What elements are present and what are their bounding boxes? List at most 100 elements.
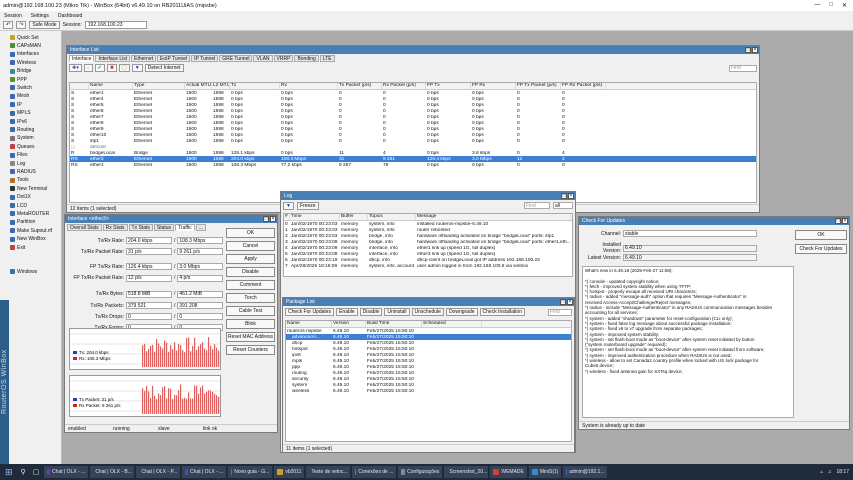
restore-icon[interactable]: □ [835, 218, 841, 224]
comment-icon[interactable]: ▢ [119, 64, 130, 72]
redo-button[interactable]: ↷ [16, 21, 27, 29]
task-view-icon[interactable]: ▢ [31, 468, 42, 476]
sidebar-item-make-supout-rif[interactable]: Make Supout.rif [10, 227, 52, 234]
column-header[interactable]: Topics [368, 214, 416, 220]
disable-icon[interactable]: ✖ [106, 64, 118, 72]
enable-button[interactable]: Enable [336, 308, 358, 316]
check-for-updates-button[interactable]: Check For Updates [795, 244, 847, 254]
sidebar-item-partition[interactable]: Partition [10, 219, 35, 226]
menu-session[interactable]: Session [4, 13, 22, 19]
apply-button[interactable]: Apply [226, 254, 275, 264]
column-header[interactable]: FP Rx [471, 83, 516, 89]
close-icon[interactable]: × [568, 193, 574, 199]
sidebar-item-wireless[interactable]: Wireless [10, 59, 36, 66]
column-header[interactable]: Name [89, 83, 133, 89]
tab-ip-tunnel[interactable]: IP Tunnel [191, 55, 219, 62]
close-icon[interactable]: × [752, 47, 758, 53]
column-header[interactable]: Actual MTU [185, 83, 212, 89]
log-filter-select[interactable]: all [553, 202, 573, 209]
sidebar-item-files[interactable]: Files [10, 152, 28, 159]
column-header[interactable]: FP Rx Packet (p/s) [561, 83, 606, 89]
taskbar-item[interactable]: Configurações [398, 466, 443, 478]
close-icon[interactable]: ✕ [842, 2, 847, 9]
start-icon[interactable]: ⊞ [2, 467, 16, 478]
taskbar-item[interactable]: WEMADE [490, 466, 527, 478]
sidebar-item-ppp[interactable]: PPP [10, 76, 27, 83]
tab-interface[interactable]: Interface [69, 55, 95, 62]
column-header[interactable]: Rx [280, 83, 338, 89]
taskbar-item[interactable]: Chat | OLX - ... [44, 466, 89, 478]
filter-icon[interactable]: ▼ [131, 64, 143, 72]
sidebar-item-bridge[interactable]: Bridge [10, 68, 31, 75]
session-input[interactable]: 192.168.100.23 [84, 21, 147, 29]
column-header[interactable]: Build Time [366, 321, 422, 327]
unschedule-button[interactable]: Unschedule [411, 308, 444, 316]
clock[interactable]: 18:17 [836, 469, 849, 475]
check-installation-button[interactable]: Check Installation [479, 308, 525, 316]
log-row[interactable]: 3 Jan/02/1970 00:23:09 memory bridge, info h… [284, 239, 572, 245]
sidebar-item-lcd[interactable]: LCD [10, 202, 27, 209]
add-icon[interactable]: ✚▾ [69, 64, 82, 72]
sidebar-item-mpls[interactable]: MPLS [10, 110, 31, 117]
package-find-input[interactable]: Find [548, 308, 572, 316]
disable-button[interactable]: Disable [359, 308, 383, 316]
tab-eoip-tunnel[interactable]: EoIP Tunnel [157, 55, 191, 62]
undo-button[interactable]: ↶ [3, 21, 14, 29]
network-icon[interactable]: ▵ [820, 469, 823, 475]
taskbar-item[interactable]: Chat | OLX - B... [90, 466, 135, 478]
taskbar-item[interactable]: vb2011 [274, 466, 305, 478]
column-header[interactable]: FP Tx Packet (p/s) [516, 83, 561, 89]
column-header[interactable]: Message [416, 214, 571, 220]
sidebar-item-quick-set[interactable]: Quick Set [10, 34, 39, 41]
sidebar-item-system[interactable]: System [10, 135, 34, 142]
detect-internet-button[interactable]: Detect Internet [144, 64, 184, 72]
tab-interface-list[interactable]: Interface List [95, 55, 131, 62]
sidebar-item-interfaces[interactable]: Interfaces [10, 51, 39, 58]
tab-status[interactable]: Status [153, 224, 175, 231]
log-find-input[interactable]: Find [524, 202, 550, 209]
restore-icon[interactable]: □ [745, 47, 751, 53]
sidebar-item-routing[interactable]: Routing [10, 126, 34, 133]
tab-ethernet[interactable]: Ethernet [131, 55, 157, 62]
column-header[interactable]: Name [286, 321, 332, 327]
column-header[interactable]: Version [332, 321, 366, 327]
log-row[interactable]: 6 Jan/02/1970 00:23:19 memory dhcp, info dhc… [284, 257, 572, 263]
minimize-icon[interactable]: — [814, 2, 820, 9]
restore-icon[interactable]: □ [561, 193, 567, 199]
column-header[interactable]: Buffer [340, 214, 368, 220]
column-header[interactable]: Tx [230, 83, 280, 89]
sidebar-item-log[interactable]: Log [10, 160, 25, 167]
sidebar-item-ip[interactable]: IP [10, 101, 22, 108]
torch-button[interactable]: Torch [226, 293, 275, 303]
taskbar-item[interactable]: Chat | OLX - ... [182, 466, 227, 478]
safe-mode-button[interactable]: Safe Mode [29, 21, 60, 29]
reset-mac-address-button[interactable]: Reset MAC Address [226, 332, 275, 342]
log-row[interactable]: 7 Apr/28/2025 18:16:09 memory system, info,… [284, 263, 572, 269]
table-row[interactable]: RS ether1 Ethernet 1500 1598 108.3 Mbps 77.2 k… [70, 162, 756, 168]
close-icon[interactable]: × [270, 216, 276, 222]
menu-settings[interactable]: Settings [31, 13, 49, 19]
tab-tx-stats[interactable]: Tx Stats [128, 224, 153, 231]
sidebar-item-radius[interactable]: RADIUS [10, 168, 36, 175]
taskbar-item[interactable]: Chat | OLX - P... [136, 466, 181, 478]
column-header[interactable]: Scheduled [422, 321, 482, 327]
uninstall-button[interactable]: Uninstall [384, 308, 410, 316]
check-for-updates-button[interactable]: Check For Updates [285, 308, 335, 316]
reset-counters-button[interactable]: Reset Counters [226, 345, 275, 355]
downgrade-button[interactable]: Downgrade [445, 308, 478, 316]
sidebar-item-switch[interactable]: Switch [10, 84, 32, 91]
volume-icon[interactable]: ♫ [828, 469, 832, 475]
maximize-icon[interactable]: □ [829, 2, 833, 9]
sidebar-item-windows[interactable]: Windows [10, 268, 37, 275]
freeze-button[interactable]: Freeze [296, 201, 319, 210]
remove-icon[interactable]: − [83, 64, 93, 72]
tab-lte[interactable]: LTE [319, 55, 335, 62]
tab-gre-tunnel[interactable]: GRE Tunnel [219, 55, 253, 62]
menu-dashboard[interactable]: Dashboard [58, 13, 82, 19]
taskbar-item[interactable]: Novo guia - G... [228, 466, 273, 478]
column-header[interactable]: Type [133, 83, 185, 89]
restore-icon[interactable]: □ [263, 216, 269, 222]
log-row[interactable]: 0 Jan/02/1970 00:23:03 memory system, info i… [284, 221, 572, 227]
taskbar-item[interactable]: MiniS(1) [528, 466, 562, 478]
taskbar-item[interactable]: Screenshot_20... [444, 466, 489, 478]
